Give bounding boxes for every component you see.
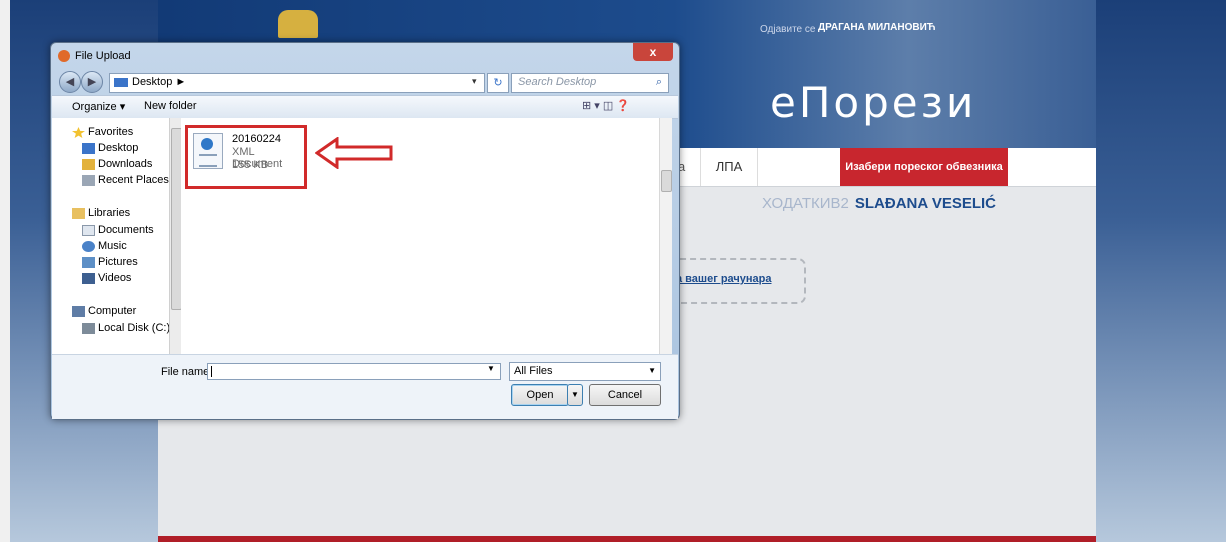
chevron-down-icon[interactable]: ▼ [648,366,656,375]
user-name: ДРАГАНА МИЛАНОВИЋ [818,22,936,33]
desktop-icon [82,143,95,154]
scrollbar-thumb[interactable] [661,170,672,192]
navigation-pane: Favorites Desktop Downloads Recent Place… [52,118,177,354]
page-background-right [1096,0,1226,542]
dialog-title: File Upload [75,50,131,62]
organize-menu[interactable]: Organize ▾ [72,100,125,113]
firefox-icon [58,50,70,62]
file-upload-dialog: File Upload x ◀ ▶ Desktop ► ▾ ↻ Search D… [50,42,680,420]
computer-icon [72,306,85,317]
taxpayer-name: SLAĐANA VESELIĆ [854,195,996,212]
dialog-toolbar: Organize ▾ New folder ⊞ ▾ ◫ ❓ [52,95,678,119]
refresh-button[interactable]: ↻ [487,73,509,93]
pictures-icon [82,257,95,268]
new-folder-button[interactable]: New folder [144,100,197,112]
libraries-icon [72,208,85,219]
back-arrow-icon[interactable]: ◀ [59,71,81,93]
file-list-blank-area [197,205,315,277]
music-icon [82,241,95,252]
text-caret [211,366,212,377]
nav-item-lpa[interactable]: ЛПА [700,148,758,186]
upload-from-computer-link[interactable]: а вашег рачунара [676,273,772,285]
xml-document-icon [193,133,223,169]
file-list-scrollbar[interactable] [659,118,672,354]
view-options-icons[interactable]: ⊞ ▾ ◫ ❓ [582,99,630,112]
taxpayer-id-masked: ХОДАТКИВ2 [762,195,849,212]
logout-link[interactable]: Одјавите се [760,24,815,35]
file-name-input[interactable] [207,363,501,380]
file-size: 155 KB [232,159,269,171]
recent-places-icon [82,175,95,186]
documents-icon [82,225,95,236]
chevron-down-icon[interactable]: ▾ [472,76,477,87]
history-buttons: ◀ ▶ [59,71,105,93]
file-name-label: File name: [161,366,213,378]
local-disk-icon [82,323,95,334]
file-item-xml[interactable]: 20160224 XML Document 155 KB [185,125,307,189]
search-placeholder: Search Desktop [518,76,597,88]
file-type-filter[interactable]: All Files ▼ [509,362,661,381]
outer-margin [0,0,10,542]
videos-icon [82,273,95,284]
star-icon [72,127,85,138]
address-location: Desktop ► [132,76,187,88]
open-button[interactable]: Open [511,384,569,406]
desktop-icon [114,78,128,87]
site-logo: еПорези [770,78,977,127]
close-button[interactable]: x [633,43,673,61]
crown-icon [278,10,318,38]
downloads-folder-icon [82,159,95,170]
footer-bar [158,536,1096,542]
forward-arrow-icon[interactable]: ▶ [81,71,103,93]
cancel-button[interactable]: Cancel [589,384,661,406]
open-options-button[interactable]: ▼ [567,384,583,406]
search-icon[interactable]: ⌕ [656,76,662,89]
taxpayer-label: ХОДАТКИВ2 SLAĐANA VESELIĆ [762,195,996,212]
annotation-arrow-icon [315,137,393,169]
choose-taxpayer-button[interactable]: Изабери пореског обвезника [840,148,1008,186]
search-input[interactable]: Search Desktop ⌕ [511,73,669,93]
chevron-down-icon[interactable]: ▼ [487,364,495,373]
address-bar[interactable]: Desktop ► ▾ [109,73,485,93]
file-name: 20160224 [232,133,281,145]
